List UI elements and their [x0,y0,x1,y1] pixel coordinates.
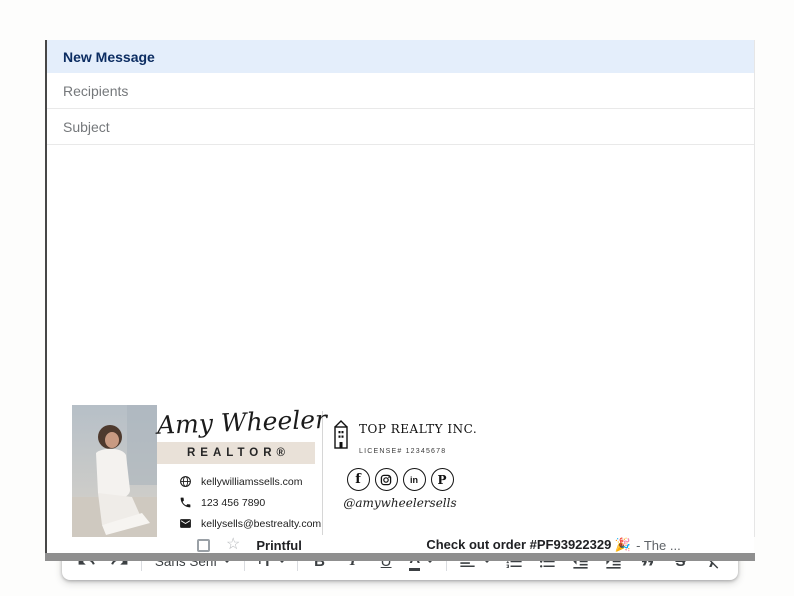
row-checkbox[interactable] [197,539,210,552]
signature-right-column: TOP REALTY INC. LICENSE# 12345678 f in [330,405,470,538]
globe-icon [179,475,192,488]
signature-contacts: kellywilliamssells.com 123 456 7890 [157,475,315,530]
website-text: kellywilliamssells.com [201,476,303,488]
signature-title: REALTOR® [187,447,290,459]
compose-left-border [45,537,47,553]
window-bottom-edge [45,553,755,561]
company-name: TOP REALTY INC. [359,422,477,436]
compose-window: New Message [45,40,755,537]
company-texts: TOP REALTY INC. LICENSE# 12345678 [359,418,477,455]
envelope-icon [179,517,192,530]
message-body[interactable]: Amy Wheeler REALTOR® kellywilliamssells.… [47,145,754,537]
contact-email: kellysells@bestrealty.com [179,517,315,530]
subject-input[interactable] [63,119,738,135]
inbox-row-preview[interactable]: ☆ Printful Check out order #PF93922329 🎉… [47,537,754,553]
building-icon [330,418,352,450]
inbox-subject[interactable]: Check out order #PF93922329 🎉 [426,537,631,553]
phone-icon [179,496,192,509]
instagram-icon [375,468,398,491]
contact-website: kellywilliamssells.com [179,475,315,488]
contact-phone: 123 456 7890 [179,496,315,509]
signature-title-band: REALTOR® [157,442,315,464]
compose-title: New Message [63,49,155,65]
recipients-input[interactable] [63,83,738,99]
compose-header[interactable]: New Message [47,40,754,73]
signature-left-column: Amy Wheeler REALTOR® kellywilliamssells.… [157,405,315,538]
pinterest-icon: P [431,468,454,491]
social-icons: f in P [347,468,454,491]
inbox-sender[interactable]: Printful [256,538,426,553]
star-icon[interactable]: ☆ [226,537,240,553]
license-number: LICENSE# 12345678 [359,448,477,455]
screenshot-root: New Message [0,0,794,596]
subject-field-row[interactable] [47,109,754,145]
social-handle: @amywheelersells [343,496,456,510]
facebook-icon: f [347,468,370,491]
email-signature: Amy Wheeler REALTOR® kellywilliamssells.… [72,405,470,538]
signature-name: Amy Wheeler [157,405,316,439]
inbox-snippet[interactable]: - The ... [636,538,681,553]
company-row: TOP REALTY INC. LICENSE# 12345678 [330,418,477,455]
email-text: kellysells@bestrealty.com [201,518,321,530]
realtor-photo [72,405,157,538]
linkedin-icon: in [403,468,426,491]
recipients-field-row[interactable] [47,73,754,109]
phone-text: 123 456 7890 [201,497,265,509]
